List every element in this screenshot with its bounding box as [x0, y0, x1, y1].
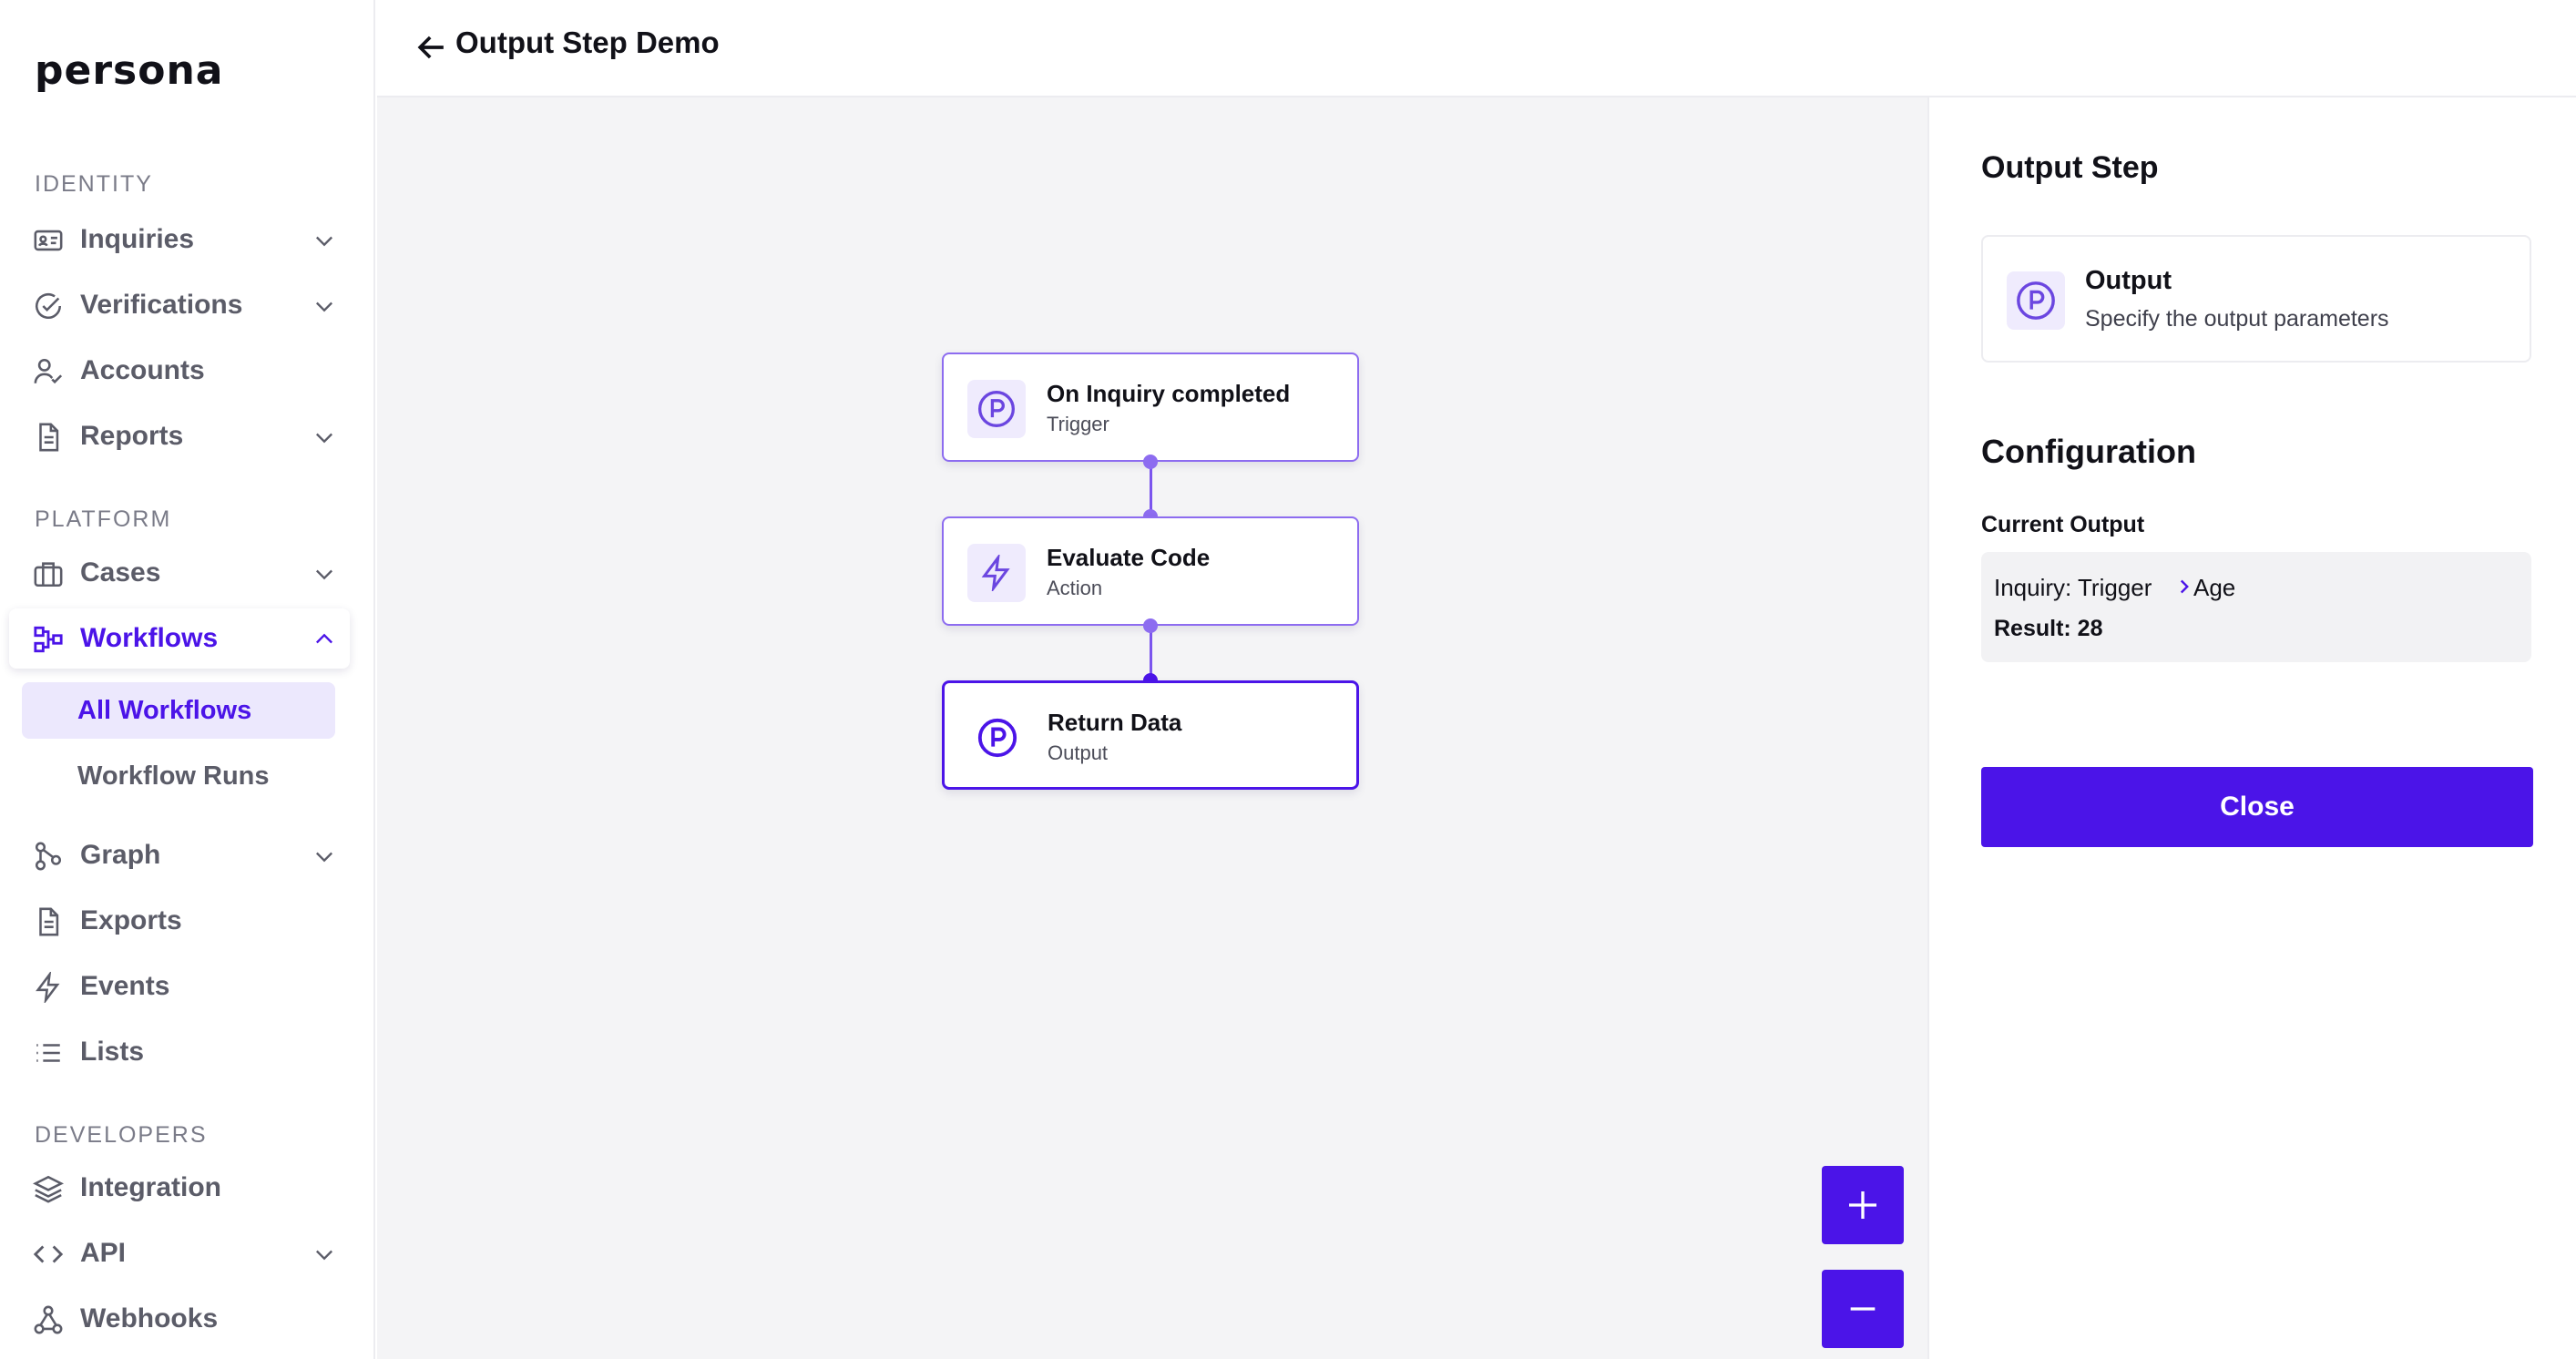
sidebar-item-label: Lists [80, 1037, 145, 1067]
sidebar-item-label: Reports [80, 421, 184, 451]
step-type-title: Output [2085, 266, 2172, 295]
sidebar-item-cases[interactable]: Cases [9, 543, 350, 603]
output-result: Result: 28 [1994, 616, 2103, 641]
section-label-developers: DEVELOPERS [35, 1122, 208, 1148]
sidebar-item-label: Integration [80, 1172, 221, 1202]
sidebar-subitem-all-workflows[interactable]: All Workflows [22, 682, 335, 739]
chevron-up-icon[interactable] [312, 627, 337, 652]
page-title: Output Step Demo [455, 26, 720, 59]
workflow-node-trigger[interactable]: On Inquiry completed Trigger [942, 353, 1359, 462]
check-circle-icon [36, 293, 62, 319]
section-label-identity: IDENTITY [35, 171, 153, 197]
sidebar-item-label: Graph [80, 840, 161, 870]
close-button[interactable]: Close [1981, 767, 2533, 847]
chevron-down-icon[interactable] [312, 561, 337, 587]
node-icon-badge [968, 709, 1027, 767]
minus-icon [1850, 1307, 1876, 1311]
chevron-down-icon[interactable] [312, 228, 337, 253]
current-output-box[interactable]: Inquiry: Trigger Age Result: 28 [1981, 552, 2531, 662]
step-details-panel: Output Step Output Specify the output pa… [1927, 97, 2576, 1359]
sidebar: persona IDENTITY Inquiries Verifications… [0, 0, 375, 1359]
node-title: On Inquiry completed [1047, 380, 1291, 407]
sidebar-item-verifications[interactable]: Verifications [9, 275, 350, 335]
node-title: Return Data [1048, 709, 1182, 736]
zoom-in-button[interactable] [1822, 1166, 1904, 1244]
workflow-node-output[interactable]: Return Data Output [942, 680, 1359, 790]
sidebar-item-inquiries[interactable]: Inquiries [9, 209, 350, 270]
workflow-node-action[interactable]: Evaluate Code Action [942, 516, 1359, 626]
zoom-out-button[interactable] [1822, 1270, 1904, 1348]
sidebar-item-exports[interactable]: Exports [9, 891, 350, 951]
chevron-down-icon[interactable] [312, 424, 337, 450]
code-icon [33, 1245, 64, 1263]
sidebar-item-reports[interactable]: Reports [9, 406, 350, 466]
chevron-down-icon[interactable] [312, 843, 337, 869]
document-icon [39, 907, 59, 936]
user-check-icon [34, 358, 63, 384]
current-output-label: Current Output [1981, 512, 2145, 537]
sidebar-item-label: Inquiries [80, 224, 195, 254]
sidebar-item-events[interactable]: Events [9, 956, 350, 1017]
node-title: Evaluate Code [1047, 544, 1211, 571]
sidebar-item-integration[interactable]: Integration [9, 1158, 350, 1218]
id-card-icon [34, 230, 63, 251]
sidebar-item-label: Webhooks [80, 1303, 219, 1333]
sidebar-item-label: API [80, 1238, 127, 1268]
sidebar-item-workflows[interactable]: Workflows [9, 608, 350, 669]
persona-p-icon [977, 718, 1017, 758]
plus-icon [1849, 1191, 1876, 1219]
sidebar-subitem-workflow-runs[interactable]: Workflow Runs [22, 748, 335, 804]
sidebar-subitem-label: Workflow Runs [77, 761, 270, 791]
back-arrow-icon[interactable] [412, 27, 452, 67]
app: persona IDENTITY Inquiries Verifications… [0, 0, 2576, 1359]
sidebar-item-label: Verifications [80, 290, 243, 320]
sidebar-item-label: Workflows [80, 623, 219, 653]
persona-p-icon [2017, 281, 2055, 320]
briefcase-icon [34, 562, 63, 588]
node-subtitle: Action [1047, 577, 1103, 599]
connector-port[interactable] [1143, 618, 1158, 633]
sidebar-item-label: Cases [80, 557, 161, 588]
sidebar-item-label: Events [80, 971, 170, 1001]
sidebar-item-webhooks[interactable]: Webhooks [9, 1289, 350, 1349]
sidebar-item-api[interactable]: API [9, 1223, 350, 1283]
persona-logo[interactable]: persona [35, 47, 223, 94]
lightning-icon [981, 555, 1010, 591]
node-icon-badge [967, 380, 1026, 438]
workflow-canvas[interactable]: On Inquiry completed Trigger Evaluate Co… [377, 97, 1927, 1359]
sidebar-item-label: Exports [80, 905, 182, 935]
persona-p-icon [978, 391, 1015, 427]
workflow-icon [34, 626, 63, 653]
node-subtitle: Output [1048, 741, 1109, 764]
node-connector [1150, 626, 1152, 680]
top-bar: Output Step Demo [377, 0, 2576, 97]
node-subtitle: Trigger [1047, 413, 1109, 435]
sidebar-item-lists[interactable]: Lists [9, 1022, 350, 1082]
lightning-icon [36, 972, 60, 1003]
sidebar-item-label: Accounts [80, 355, 205, 385]
layers-icon [33, 1175, 64, 1203]
panel-title: Output Step [1981, 150, 2159, 185]
graph-icon [35, 842, 62, 871]
step-type-card: Output Specify the output parameters [1981, 235, 2531, 363]
chevron-down-icon[interactable] [312, 1241, 337, 1267]
step-type-description: Specify the output parameters [2085, 306, 2389, 332]
node-connector [1150, 462, 1152, 516]
section-label-platform: PLATFORM [35, 506, 172, 532]
document-icon [39, 423, 59, 452]
output-field: Age [2193, 574, 2236, 601]
configuration-heading: Configuration [1981, 433, 2196, 470]
sidebar-item-graph[interactable]: Graph [9, 825, 350, 885]
sidebar-item-accounts[interactable]: Accounts [9, 341, 350, 401]
output-source: Inquiry: Trigger [1994, 574, 2152, 601]
chevron-down-icon[interactable] [312, 293, 337, 319]
webhook-icon [34, 1305, 63, 1334]
node-icon-badge [967, 544, 1026, 602]
connector-port[interactable] [1143, 455, 1158, 469]
list-icon [36, 1044, 60, 1062]
step-type-icon-badge [2007, 271, 2065, 330]
sidebar-subitem-label: All Workflows [77, 696, 252, 725]
